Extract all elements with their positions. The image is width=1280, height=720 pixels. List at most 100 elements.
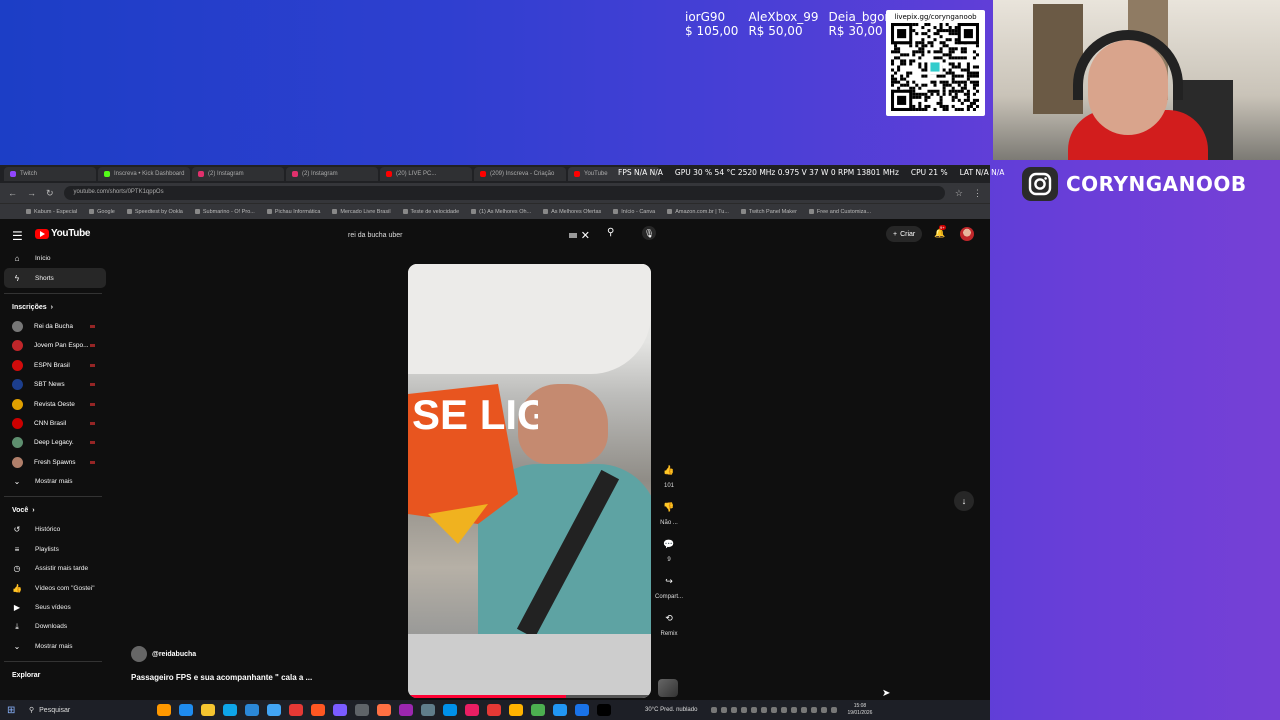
sidebar-item-you[interactable]: ▶ Seus vídeos <box>4 598 106 617</box>
bookmark-item[interactable]: As Melhores Ofertas <box>543 209 601 215</box>
taskbar-app-icon[interactable] <box>289 704 303 716</box>
subscription-item[interactable]: Deep Legacy. <box>4 433 106 452</box>
browser-tab[interactable]: Inscreva • Kick Dashboard <box>98 167 190 181</box>
taskbar-app-icon[interactable] <box>377 704 391 716</box>
taskbar-app-icon[interactable] <box>465 704 479 716</box>
taskbar-app-icon[interactable] <box>531 704 545 716</box>
channel-info[interactable]: @reidabucha <box>131 646 196 662</box>
bookmark-item[interactable]: Pichau Informática <box>267 209 321 215</box>
create-button[interactable]: + Criar <box>886 226 923 242</box>
taskbar-app-icon[interactable] <box>509 704 523 716</box>
menu-icon[interactable]: ⋮ <box>973 188 982 199</box>
bookmark-item[interactable]: Início - Canva <box>613 209 655 215</box>
taskbar-app-icon[interactable] <box>487 704 501 716</box>
subscription-item[interactable]: Fresh Spawns <box>4 453 106 472</box>
bookmark-item[interactable]: Free and Customiza... <box>809 209 871 215</box>
show-more-button[interactable]: ⌄ Mostrar mais <box>4 472 106 491</box>
channel-name[interactable]: @reidabucha <box>152 651 196 658</box>
share-icon[interactable]: ↪ <box>660 572 678 590</box>
forward-icon[interactable]: → <box>27 188 36 198</box>
avatar[interactable] <box>960 227 974 241</box>
thumbs-up-icon[interactable]: 👍 <box>660 461 678 479</box>
bookmark-item[interactable]: Twitch Panel Maker <box>741 209 797 215</box>
taskbar-app-icon[interactable] <box>421 704 435 716</box>
action-thumbs-up[interactable]: 👍 101 <box>652 461 686 490</box>
taskbar-app-icon[interactable] <box>267 704 281 716</box>
subscription-item[interactable]: SBT News <box>4 375 106 394</box>
subscriptions-heading[interactable]: Inscrições › <box>4 298 106 317</box>
star-icon[interactable]: ☆ <box>955 188 963 199</box>
subscription-item[interactable]: CNN Brasil <box>4 414 106 433</box>
thumbs-down-icon[interactable]: 👎 <box>660 498 678 516</box>
taskbar-app-icon[interactable] <box>157 704 171 716</box>
subscription-item[interactable]: Rei da Bucha <box>4 317 106 336</box>
sidebar-item-incio[interactable]: ⌂ Início <box>4 249 106 268</box>
browser-tab[interactable]: (2) Instagram <box>286 167 378 181</box>
history-icon: ↺ <box>13 525 21 535</box>
taskbar-app-icon[interactable] <box>201 704 215 716</box>
bookmark-item[interactable]: Google <box>89 209 115 215</box>
taskbar-app-icon[interactable] <box>355 704 369 716</box>
reload-icon[interactable]: ↻ <box>46 188 54 199</box>
remix-thumbnail[interactable] <box>658 679 678 697</box>
clock[interactable]: 15:08 19/01/2026 <box>847 703 872 717</box>
keyboard-icon[interactable] <box>568 232 577 238</box>
bookmark-item[interactable]: Kabum - Especial <box>26 209 77 215</box>
search-icon[interactable]: ⚲ <box>607 227 614 238</box>
browser-tab[interactable]: Twitch <box>4 167 96 181</box>
bookmark-item[interactable]: Teste de velocidade <box>403 209 460 215</box>
remix-icon[interactable]: ⟲ <box>660 609 678 627</box>
browser-tab[interactable]: (20) LIVE PC... <box>380 167 472 181</box>
youtube-logo[interactable]: YouTube <box>35 228 91 239</box>
bookmark-item[interactable]: Submarino - O! Pro... <box>195 209 255 215</box>
taskbar-app-icon[interactable] <box>575 704 589 716</box>
sidebar-item-you[interactable]: ◷ Assistir mais tarde <box>4 559 106 578</box>
subscription-item[interactable]: Jovem Pan Espo... <box>4 336 106 355</box>
next-short-button[interactable]: ↓ <box>954 491 974 511</box>
taskbar-search[interactable]: ⚲ Pesquisar <box>21 702 149 718</box>
action-remix[interactable]: ⟲ Remix <box>652 609 686 638</box>
taskbar-app-icon[interactable] <box>333 704 347 716</box>
taskbar-app-icon[interactable] <box>223 704 237 716</box>
taskbar-app-icon[interactable] <box>399 704 413 716</box>
bookmark-item[interactable]: Amazon.com.br | Tu... <box>667 209 729 215</box>
microphone-icon[interactable]: 🎙 <box>642 226 656 240</box>
menu-icon[interactable]: ☰ <box>12 229 23 243</box>
subscription-item[interactable]: ESPN Brasil <box>4 356 106 375</box>
comment-icon[interactable]: 💬 <box>660 535 678 553</box>
taskbar-app-icon[interactable] <box>179 704 193 716</box>
video-progress[interactable] <box>408 695 651 698</box>
taskbar-app-icon[interactable] <box>553 704 567 716</box>
sidebar-item-you[interactable]: ≡ Playlists <box>4 540 106 559</box>
action-comment[interactable]: 💬 9 <box>652 535 686 564</box>
subscription-item[interactable]: Revista Oeste <box>4 394 106 413</box>
taskbar-app-icon[interactable] <box>245 704 259 716</box>
browser-tab[interactable]: (2) Instagram <box>192 167 284 181</box>
url-input[interactable]: youtube.com/shorts/0PTK1qppOs <box>63 186 945 200</box>
show-more-button[interactable]: ⌄ Mostrar mais <box>4 637 106 656</box>
sidebar-item-you[interactable]: 👍 Vídeos com "Gostei" <box>4 578 106 597</box>
action-share[interactable]: ↪ Compart... <box>652 572 686 601</box>
sidebar-item-you[interactable]: ↺ Histórico <box>4 520 106 539</box>
clear-search-icon[interactable]: ✕ <box>581 229 590 242</box>
short-title[interactable]: Passageiro FPS e sua acompanhante " cala… <box>131 673 312 682</box>
channel-avatar[interactable] <box>131 646 147 662</box>
taskbar-app-icon[interactable] <box>311 704 325 716</box>
bookmark-item[interactable]: (1) As Melhores Oh... <box>471 209 531 215</box>
search-input[interactable]: rei da bucha uber <box>340 232 569 239</box>
back-icon[interactable]: ← <box>8 188 17 198</box>
taskbar-app-icon[interactable] <box>443 704 457 716</box>
bookmark-item[interactable]: Mercado Livre Brasil <box>332 209 390 215</box>
sidebar-item-shorts[interactable]: ϟ Shorts <box>4 268 106 288</box>
sidebar-item-you[interactable]: ⤓ Downloads <box>4 617 106 636</box>
taskbar-app-icon[interactable] <box>597 704 611 716</box>
short-video-player[interactable]: SE LIGA <box>408 264 651 698</box>
search-bar[interactable]: rei da bucha uber ✕ <box>340 226 604 244</box>
weather-widget[interactable]: 30°C Pred. nublado <box>645 707 697 713</box>
notifications-icon[interactable]: 🔔 9+ <box>934 225 946 239</box>
action-thumbs-down[interactable]: 👎 Não ... <box>652 498 686 527</box>
bookmark-item[interactable]: Speedtest by Ookla <box>127 209 183 215</box>
browser-tab[interactable]: (209) Inscreva - Criação <box>474 167 566 181</box>
windows-start-icon[interactable]: ⊞ <box>7 705 21 716</box>
you-heading[interactable]: Você › <box>4 501 106 520</box>
